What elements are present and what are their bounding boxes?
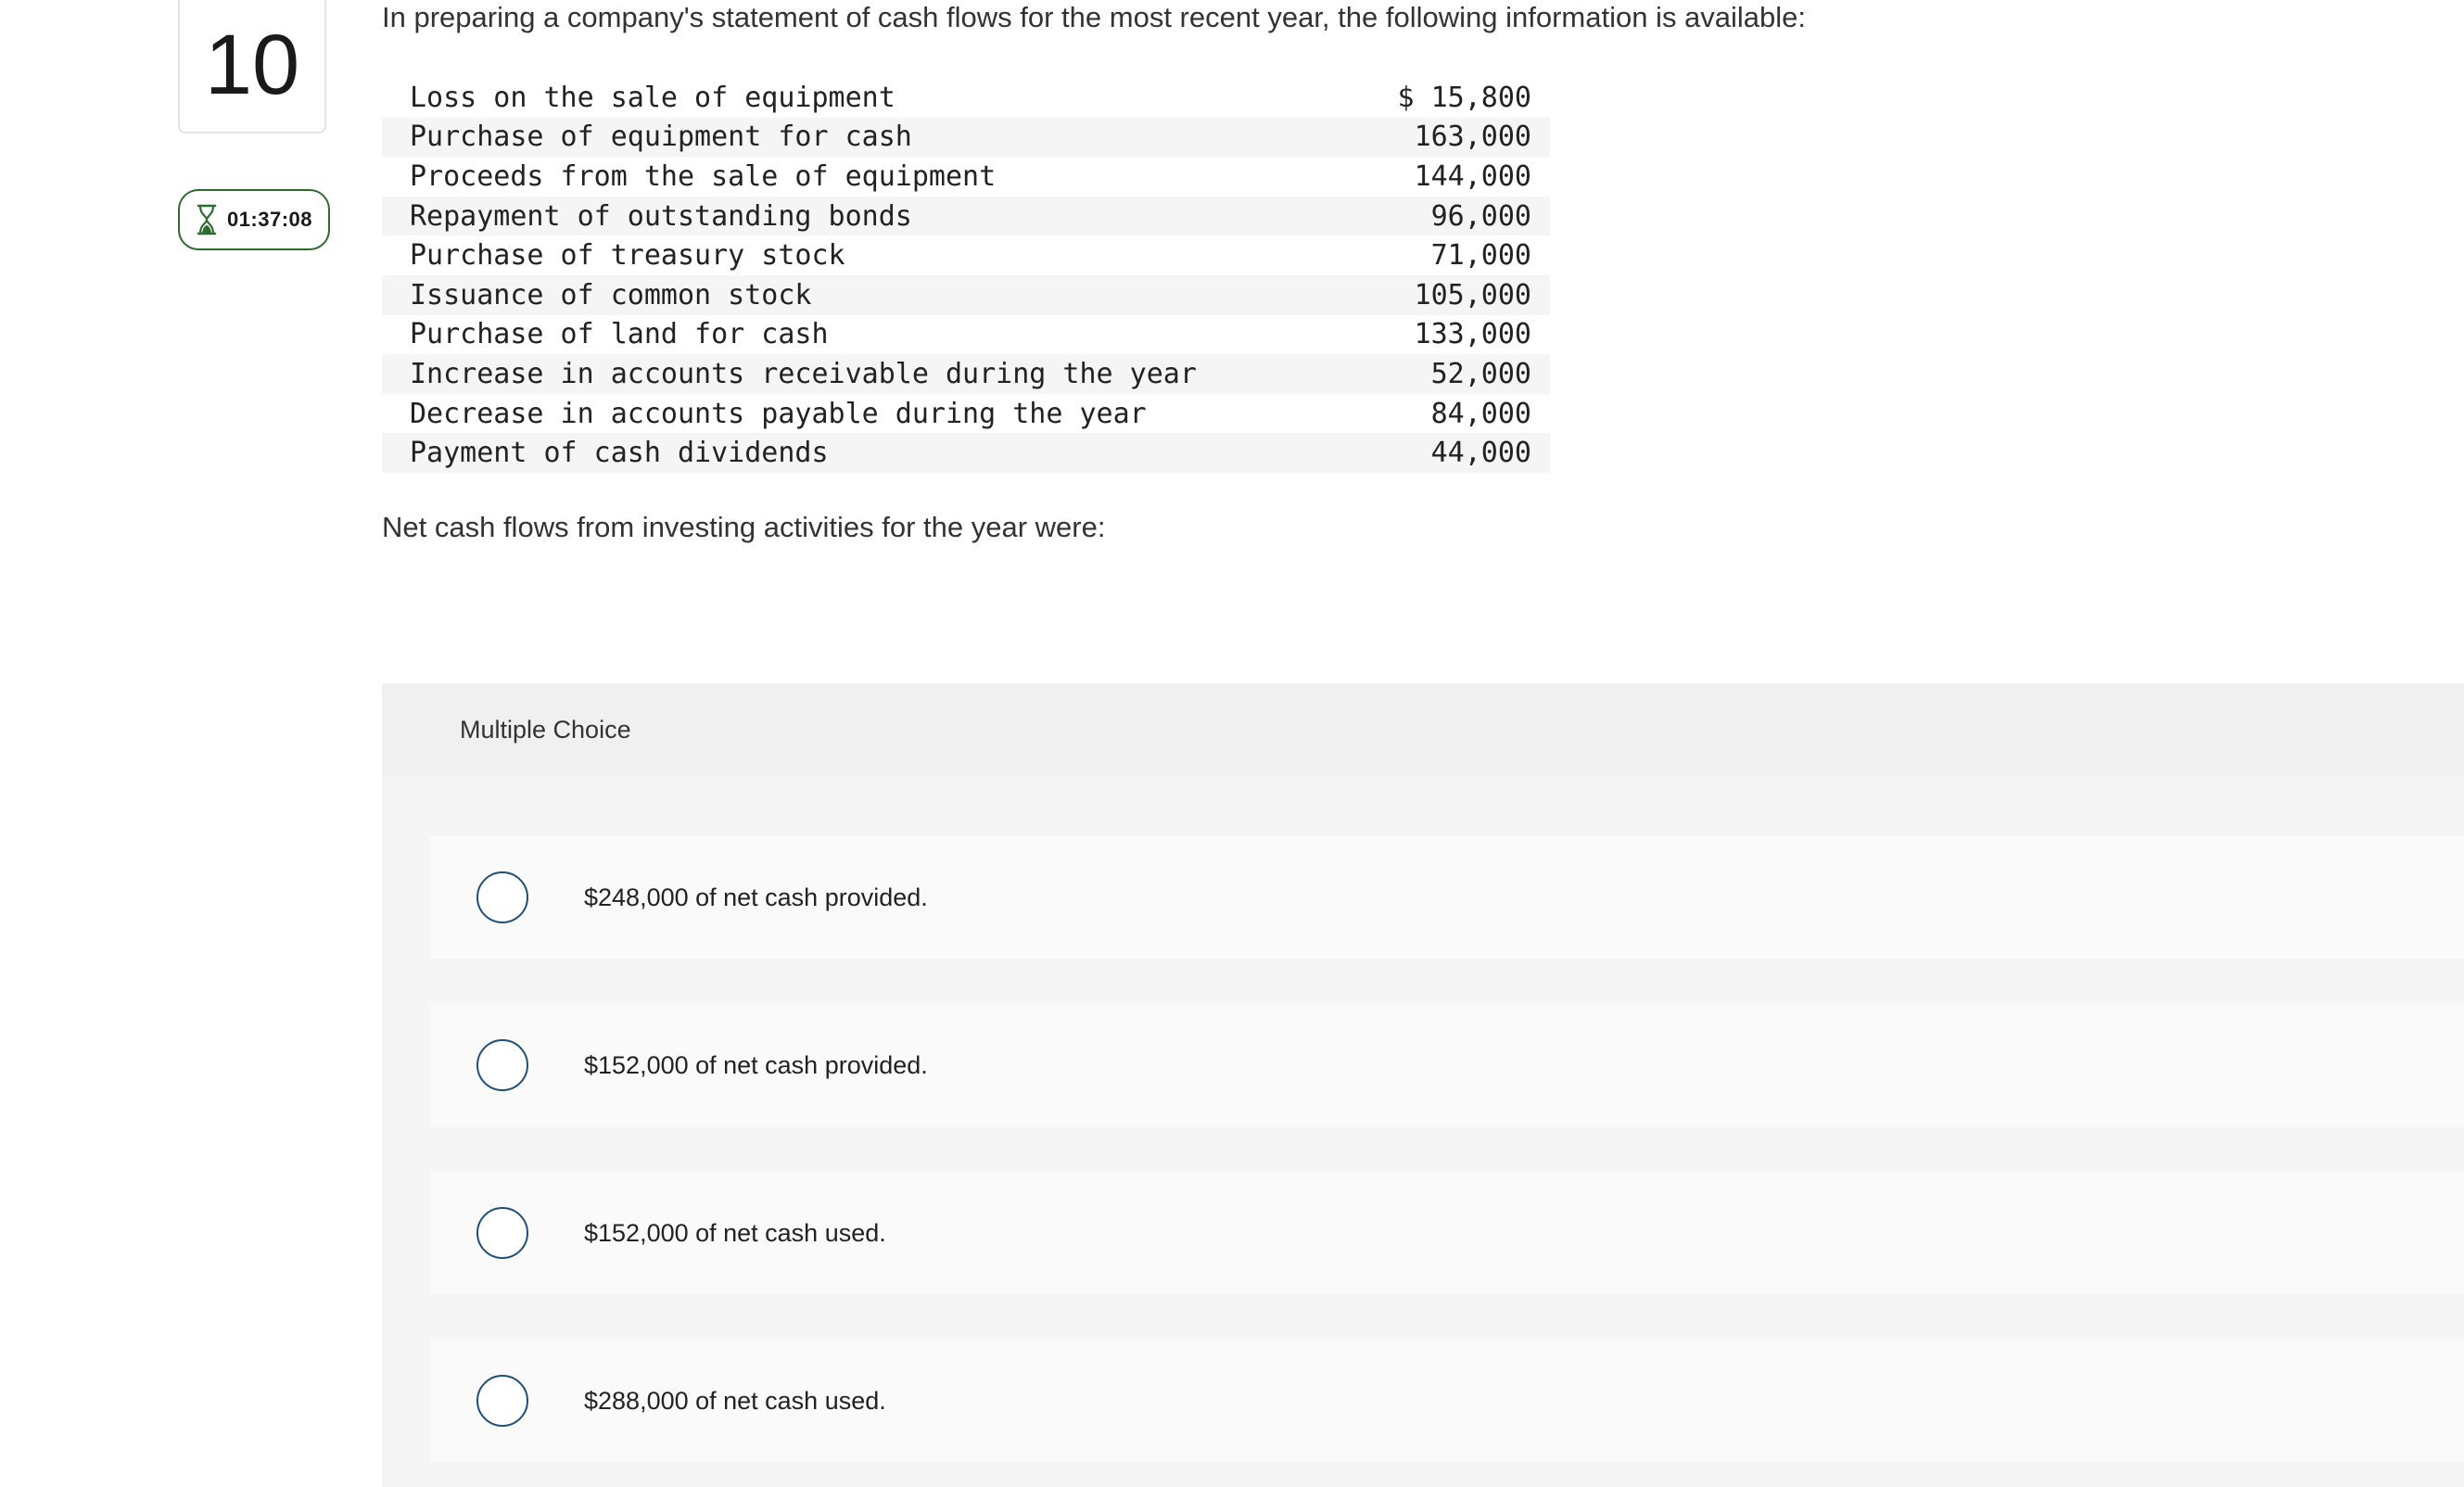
choice-option-1[interactable]: $248,000 of net cash provided. (430, 836, 2464, 959)
table-cell-label: Purchase of equipment for cash (382, 117, 1366, 158)
choice-option-2[interactable]: $152,000 of net cash provided. (430, 1004, 2464, 1126)
radio-button[interactable] (476, 1039, 528, 1091)
table-cell-amount: 96,000 (1365, 196, 1550, 236)
table-cell-label: Increase in accounts receivable during t… (382, 354, 1366, 394)
table-row: Decrease in accounts payable during the … (382, 394, 1550, 434)
choice-option-label: $152,000 of net cash provided. (584, 1050, 928, 1079)
table-cell-amount: 84,000 (1430, 397, 1531, 430)
table-row: Purchase of treasury stock 71,000 (382, 235, 1550, 275)
table-cell-amount: 52,000 (1365, 354, 1550, 394)
question-prompt: Net cash flows from investing activities… (382, 511, 1106, 543)
radio-button[interactable] (476, 871, 528, 923)
table-row: Repayment of outstanding bonds 96,000 (382, 196, 1550, 236)
table-cell-amount: 144,000 (1414, 159, 1531, 193)
question-number: 10 (204, 18, 300, 112)
table-cell-amount: 133,000 (1414, 318, 1531, 351)
table-row: Purchase of equipment for cash 163,000 (382, 117, 1550, 158)
table-cell-label: Purchase of land for cash (410, 318, 829, 351)
choice-option-label: $152,000 of net cash used. (584, 1218, 886, 1247)
table-row: Loss on the sale of equipment $ 15,800 (382, 78, 1550, 118)
table-cell-amount: 44,000 (1365, 433, 1550, 473)
question-intro: In preparing a company's statement of ca… (382, 1, 1807, 33)
table-cell-amount: $ 15,800 (1397, 81, 1532, 114)
table-row: Issuance of common stock 105,000 (382, 274, 1550, 315)
table-cell-label: Payment of cash dividends (382, 433, 1366, 473)
choice-option-label: $288,000 of net cash used. (584, 1386, 886, 1415)
cash-flow-data-table: Loss on the sale of equipment $ 15,800 Pur… (382, 78, 1550, 473)
choice-option-4[interactable]: $288,000 of net cash used. (430, 1340, 2464, 1462)
table-row: Purchase of land for cash 133,000 (382, 315, 1550, 355)
timer-text: 01:37:08 (226, 208, 313, 231)
radio-button[interactable] (476, 1207, 528, 1259)
multiple-choice-panel: Multiple Choice $248,000 of net cash pro… (382, 683, 2464, 1487)
choice-option-3[interactable]: $152,000 of net cash used. (430, 1172, 2464, 1294)
choice-option-label: $248,000 of net cash provided. (584, 883, 928, 911)
table-cell-label: Loss on the sale of equipment (410, 81, 895, 114)
multiple-choice-header: Multiple Choice (382, 683, 2464, 776)
question-number-box: 10 (178, 0, 326, 133)
table-cell-label: Issuance of common stock (382, 274, 1366, 315)
table-row: Proceeds from the sale of equipment 144,0… (382, 157, 1550, 197)
table-row: Payment of cash dividends 44,000 (382, 433, 1550, 473)
table-cell-amount: 105,000 (1365, 274, 1550, 315)
table-cell-label: Purchase of treasury stock (410, 239, 845, 273)
hourglass-icon (196, 203, 218, 236)
radio-button[interactable] (476, 1375, 528, 1427)
multiple-choice-header-label: Multiple Choice (460, 715, 631, 744)
table-cell-label: Proceeds from the sale of equipment (410, 159, 997, 193)
table-cell-label: Decrease in accounts payable during the … (410, 397, 1147, 430)
multiple-choice-options: $248,000 of net cash provided. $152,000 … (430, 836, 2464, 1487)
table-cell-amount: 163,000 (1365, 117, 1550, 158)
table-row: Increase in accounts receivable during t… (382, 354, 1550, 394)
timer-badge[interactable]: 01:37:08 (178, 189, 330, 250)
page: 10 01:37:08 In preparing a company's sta… (0, 0, 2464, 1487)
table-cell-label: Repayment of outstanding bonds (382, 196, 1366, 236)
table-cell-amount: 71,000 (1430, 239, 1531, 273)
